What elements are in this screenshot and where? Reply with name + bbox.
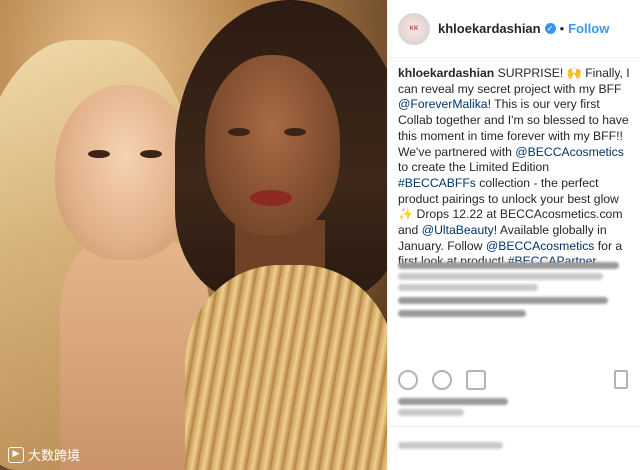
photo-face-right xyxy=(205,55,340,235)
add-comment-area[interactable] xyxy=(388,426,640,470)
heart-icon[interactable] xyxy=(398,370,418,390)
avatar[interactable]: KK xyxy=(398,12,430,45)
comment-icon[interactable] xyxy=(432,370,452,390)
photo-lips xyxy=(250,190,292,206)
photo-face-left xyxy=(55,85,195,260)
blurred-comments xyxy=(398,262,631,323)
caption-mention-link[interactable]: #BECCABFFs xyxy=(398,176,476,190)
photo-eye xyxy=(88,150,110,158)
verified-badge-icon: ✓ xyxy=(544,23,556,34)
post-header: KK khloekardashian ✓ • Follow xyxy=(388,0,640,58)
caption-mention-link[interactable]: @BECCAcosmetics xyxy=(515,145,624,159)
watermark: ▶ 大数跨境 xyxy=(8,445,80,464)
header-username[interactable]: khloekardashian xyxy=(438,21,541,36)
comment-item xyxy=(398,262,631,291)
caption-text-segment: to create the Limited Edition xyxy=(398,160,550,175)
caption-mention-link[interactable]: @BECCAcosmetics xyxy=(486,239,595,253)
photo-eye xyxy=(140,150,162,158)
post-actions xyxy=(398,370,486,390)
caption-text: SURPRISE! 🙌 Finally, I can reveal my sec… xyxy=(398,66,630,268)
post-photo: ▶ 大数跨境 xyxy=(0,0,387,470)
photo-eye xyxy=(284,128,306,136)
separator-dot: • xyxy=(559,21,565,36)
share-icon[interactable] xyxy=(466,370,486,390)
comment-item xyxy=(398,310,631,317)
bookmark-icon[interactable] xyxy=(614,370,628,389)
caption-username[interactable]: khloekardashian xyxy=(398,66,494,80)
photo-eye xyxy=(228,128,250,136)
caption-mention-link[interactable]: @UltaBeauty xyxy=(422,223,494,237)
post-side-panel: KK khloekardashian ✓ • Follow khloekarda… xyxy=(387,0,640,470)
likes-count-blurred xyxy=(398,398,508,420)
follow-button[interactable]: Follow xyxy=(568,21,609,36)
post-caption: khloekardashian SURPRISE! 🙌 Finally, I c… xyxy=(388,58,640,270)
photo-gold-dress xyxy=(185,265,387,470)
watermark-logo-icon: ▶ xyxy=(8,446,24,463)
watermark-text: 大数跨境 xyxy=(28,449,81,464)
comment-item xyxy=(398,297,631,304)
caption-mention-link[interactable]: @ForeverMalika xyxy=(398,97,488,111)
